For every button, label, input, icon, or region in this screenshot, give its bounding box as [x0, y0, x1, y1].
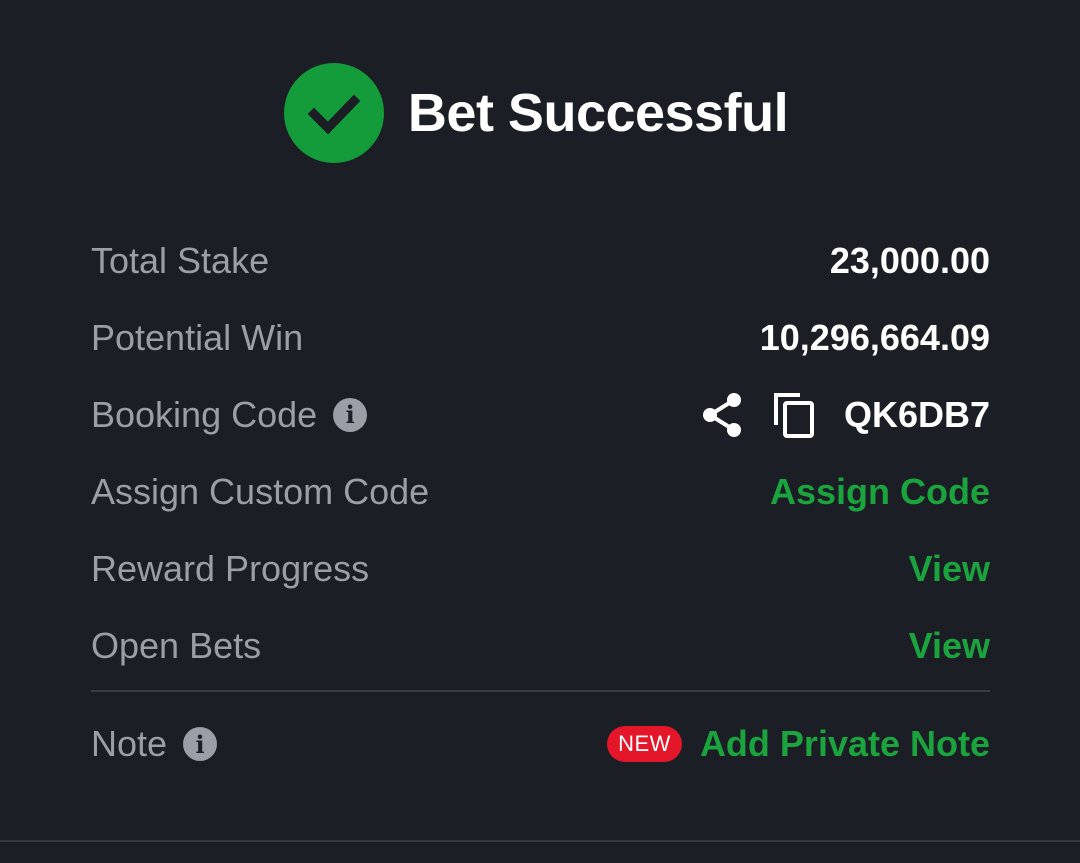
- check-circle-icon: [283, 63, 384, 163]
- potential-win-label: Potential Win: [91, 316, 304, 358]
- add-private-note-link[interactable]: Add Private Note: [700, 723, 990, 765]
- open-bets-view-link[interactable]: View: [909, 625, 990, 667]
- copy-icon[interactable]: [772, 391, 816, 439]
- total-stake-value: 23,000.00: [829, 239, 990, 281]
- total-stake-row: Total Stake 23,000.00: [91, 222, 990, 299]
- bottom-divider: [0, 840, 1080, 842]
- booking-code-row: Booking Code i QK6DB7: [91, 376, 990, 453]
- custom-code-label: Assign Custom Code: [91, 470, 430, 512]
- booking-code-label-group: Booking Code i: [91, 393, 368, 436]
- potential-win-row: Potential Win 10,296,664.09: [91, 299, 990, 376]
- page-title: Bet Successful: [407, 83, 789, 143]
- share-icon[interactable]: [700, 392, 744, 438]
- reward-progress-label: Reward Progress: [91, 547, 370, 589]
- bet-success-header: Bet Successful: [0, 60, 1080, 166]
- open-bets-label: Open Bets: [91, 624, 262, 666]
- info-icon[interactable]: i: [183, 727, 218, 761]
- custom-code-row: Assign Custom Code Assign Code: [91, 453, 990, 530]
- reward-progress-view-link[interactable]: View: [909, 548, 990, 590]
- assign-code-link[interactable]: Assign Code: [770, 471, 990, 513]
- note-action-group: NEW Add Private Note: [607, 723, 990, 765]
- note-label: Note: [91, 723, 168, 764]
- open-bets-row: Open Bets View: [91, 607, 990, 684]
- info-icon[interactable]: i: [333, 397, 368, 432]
- potential-win-value: 10,296,664.09: [759, 316, 990, 358]
- booking-code-group: QK6DB7: [700, 391, 990, 439]
- booking-code-value: QK6DB7: [843, 393, 990, 435]
- bet-summary: Total Stake 23,000.00 Potential Win 10,2…: [91, 222, 990, 796]
- note-row: Note i NEW Add Private Note: [91, 692, 990, 796]
- booking-code-label: Booking Code: [91, 393, 318, 435]
- reward-progress-row: Reward Progress View: [91, 530, 990, 607]
- new-badge: NEW: [607, 726, 682, 762]
- note-label-group: Note i: [91, 723, 218, 765]
- total-stake-label: Total Stake: [91, 239, 270, 281]
